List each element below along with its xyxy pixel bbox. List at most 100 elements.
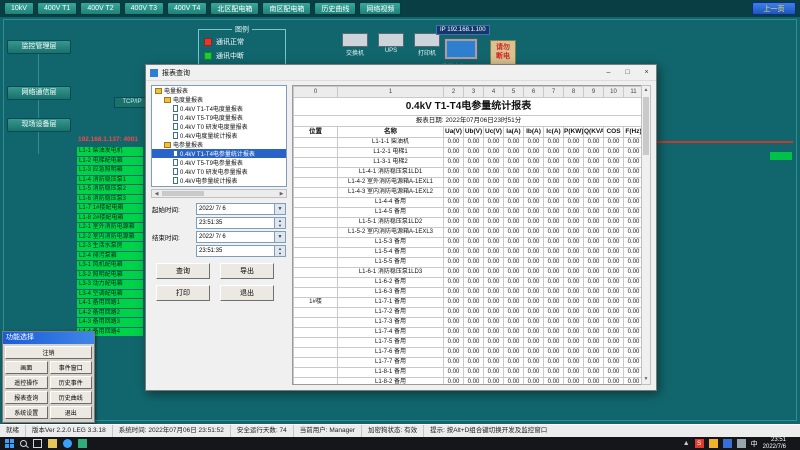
device-list-item[interactable]: L4-1 备用回路1 <box>77 299 143 308</box>
scroll-right-icon[interactable]: ▶ <box>277 191 286 197</box>
scroll-up-icon[interactable]: ▲ <box>642 86 650 95</box>
tree-item-8[interactable]: 0.4kV T5-T9电参量报表 <box>152 158 286 167</box>
table-row: L1-8-2 备用0.000.000.000.000.000.000.000.0… <box>294 378 643 386</box>
file-explorer-icon[interactable] <box>48 439 57 448</box>
tree-item-3[interactable]: 0.4kV T5-T9电度量报表 <box>152 113 286 122</box>
tree-item-5[interactable]: 0.4kV电度量统计报表 <box>152 131 286 140</box>
spinner-arrows-icon[interactable]: ▲▼ <box>274 246 285 256</box>
taskbar-clock[interactable]: 23:51 2022/7/6 <box>763 437 786 450</box>
tree-item-2[interactable]: 0.4kV T1-T4电度量报表 <box>152 104 286 113</box>
dialog-button-1[interactable]: 导出 <box>220 263 274 279</box>
spinner-arrows-icon[interactable]: ▲▼ <box>274 218 285 228</box>
cell-value: 0.00 <box>504 298 524 308</box>
func-button-4[interactable]: 历史事件 <box>50 376 93 389</box>
func-button-3[interactable]: 遥控操作 <box>5 376 48 389</box>
close-icon[interactable]: × <box>637 65 656 80</box>
cell-value: 0.00 <box>624 148 643 158</box>
tree-item-9[interactable]: 0.4kV T0 研发电参量报表 <box>152 167 286 176</box>
language-indicator[interactable]: 中 <box>751 439 758 449</box>
nav-button-4[interactable]: 400V T4 <box>167 2 207 15</box>
device-list-item[interactable]: L2-1 室外消防电源箱 <box>77 223 143 232</box>
device-list-item[interactable]: L1-4 消防稳压泵1 <box>77 176 143 185</box>
nav-button-3[interactable]: 400V T3 <box>124 2 164 15</box>
device-list-item[interactable]: L4-3 备用回路3 <box>77 318 143 327</box>
tree-item-4[interactable]: 0.4kV T0 研发电度量报表 <box>152 122 286 131</box>
tree-item-6[interactable]: 电参量报表 <box>152 140 286 149</box>
nav-button-0[interactable]: 10kV <box>4 2 34 15</box>
tree-horizontal-scrollbar[interactable]: ◀ ▶ <box>151 189 287 198</box>
scroll-track[interactable] <box>161 190 277 197</box>
device-list-item[interactable]: L3-2 照明配电箱 <box>77 271 143 280</box>
task-view-icon[interactable] <box>33 439 42 448</box>
func-button-2[interactable]: 事件窗口 <box>50 361 93 374</box>
maximize-icon[interactable]: □ <box>618 65 637 80</box>
browser-icon[interactable] <box>63 439 72 448</box>
dialog-button-2[interactable]: 打印 <box>156 285 210 301</box>
network-tray-icon[interactable] <box>723 439 732 448</box>
func-button-5[interactable]: 报表查询 <box>5 391 48 404</box>
chevron-down-icon[interactable]: ▼ <box>274 204 285 214</box>
cell-value: 0.00 <box>444 198 464 208</box>
nav-button-1[interactable]: 400V T1 <box>37 2 77 15</box>
antivirus-tray-icon[interactable] <box>709 439 718 448</box>
chevron-down-icon[interactable]: ▼ <box>274 232 285 242</box>
device-list-item[interactable]: L3-3 动力配电箱 <box>77 280 143 289</box>
device-list-item[interactable]: L2-3 生活水泵房 <box>77 242 143 251</box>
func-button-8[interactable]: 退出 <box>50 406 93 419</box>
dialog-button-3[interactable]: 退出 <box>220 285 274 301</box>
start-date-select[interactable]: 2022/ 7/ 6 ▼ <box>196 203 286 215</box>
start-button-icon[interactable] <box>5 439 14 448</box>
device-list-item[interactable]: L1-3 应急照明箱 <box>77 166 143 175</box>
device-list-item[interactable]: L3-4 空调配电箱 <box>77 290 143 299</box>
func-button-0[interactable]: 注销 <box>5 346 92 359</box>
nav-button-5[interactable]: 北区配电箱 <box>210 2 259 15</box>
device-list-item[interactable]: L1-8 2#楼配电箱 <box>77 214 143 223</box>
func-button-7[interactable]: 系统设置 <box>5 406 48 419</box>
cell-value: 0.00 <box>444 228 464 238</box>
tree-item-0[interactable]: 电量报表 <box>152 86 286 95</box>
volume-tray-icon[interactable] <box>737 439 746 448</box>
nav-button-6[interactable]: 南区配电箱 <box>262 2 311 15</box>
dialog-titlebar[interactable]: 报表查询 –□× <box>146 65 656 81</box>
device-list-item[interactable]: L1-1 柴油发电机 <box>77 147 143 156</box>
device-list-item[interactable]: L1-6 消防稳压泵3 <box>77 195 143 204</box>
document-icon <box>173 132 178 139</box>
table-vertical-scrollbar[interactable]: ▲ ▼ <box>641 85 651 385</box>
func-button-1[interactable]: 画面 <box>5 361 48 374</box>
scroll-down-icon[interactable]: ▼ <box>642 375 650 384</box>
nav-button-7[interactable]: 历史曲线 <box>314 2 356 15</box>
tree-item-1[interactable]: 电度量报表 <box>152 95 286 104</box>
device-list-item[interactable]: L2-2 室内消防电源箱 <box>77 233 143 242</box>
tray-expand-icon[interactable]: ▲ <box>683 440 690 447</box>
tree-item-7[interactable]: 0.4kV T1-T4电参量统计报表 <box>152 149 286 158</box>
nav-button-2[interactable]: 400V T2 <box>80 2 120 15</box>
device-list-item[interactable]: L3-1 风机配电箱 <box>77 261 143 270</box>
cell-value: 0.00 <box>624 188 643 198</box>
device-list-item[interactable]: L1-5 消防稳压泵2 <box>77 185 143 194</box>
sogou-tray-icon[interactable]: S <box>695 439 704 448</box>
func-button-6[interactable]: 历史曲线 <box>50 391 93 404</box>
cell-value: 0.00 <box>504 358 524 368</box>
cell-value: 0.00 <box>564 338 584 348</box>
end-time-spinner[interactable]: 23:51:35 ▲▼ <box>196 245 286 257</box>
scroll-thumb[interactable] <box>162 191 204 196</box>
prev-page-button[interactable]: 上一页 <box>752 2 796 15</box>
minimize-icon[interactable]: – <box>599 65 618 80</box>
device-list-item[interactable]: L1-7 1#楼配电箱 <box>77 204 143 213</box>
end-date-select[interactable]: 2022/ 7/ 6 ▼ <box>196 231 286 243</box>
cell-value: 0.00 <box>604 238 624 248</box>
device-box-icon <box>378 33 404 47</box>
nav-button-8[interactable]: 网络视频 <box>359 2 401 15</box>
network-devices: 交换机UPS打印机 <box>342 33 440 57</box>
start-time-spinner[interactable]: 23:51:35 ▲▼ <box>196 217 286 229</box>
scroll-left-icon[interactable]: ◀ <box>152 191 161 197</box>
device-list-item[interactable]: L2-4 排污泵箱 <box>77 252 143 261</box>
app-icon[interactable] <box>78 439 87 448</box>
scroll-thumb[interactable] <box>643 97 649 155</box>
search-icon[interactable] <box>20 440 27 447</box>
device-list-item[interactable]: L4-2 备用回路2 <box>77 309 143 318</box>
device-list-item[interactable]: L1-2 电梯配电箱 <box>77 157 143 166</box>
dialog-button-0[interactable]: 查询 <box>156 263 210 279</box>
tree-item-10[interactable]: 0.4kV电参量统计报表 <box>152 176 286 185</box>
cell-value: 0.00 <box>504 248 524 258</box>
